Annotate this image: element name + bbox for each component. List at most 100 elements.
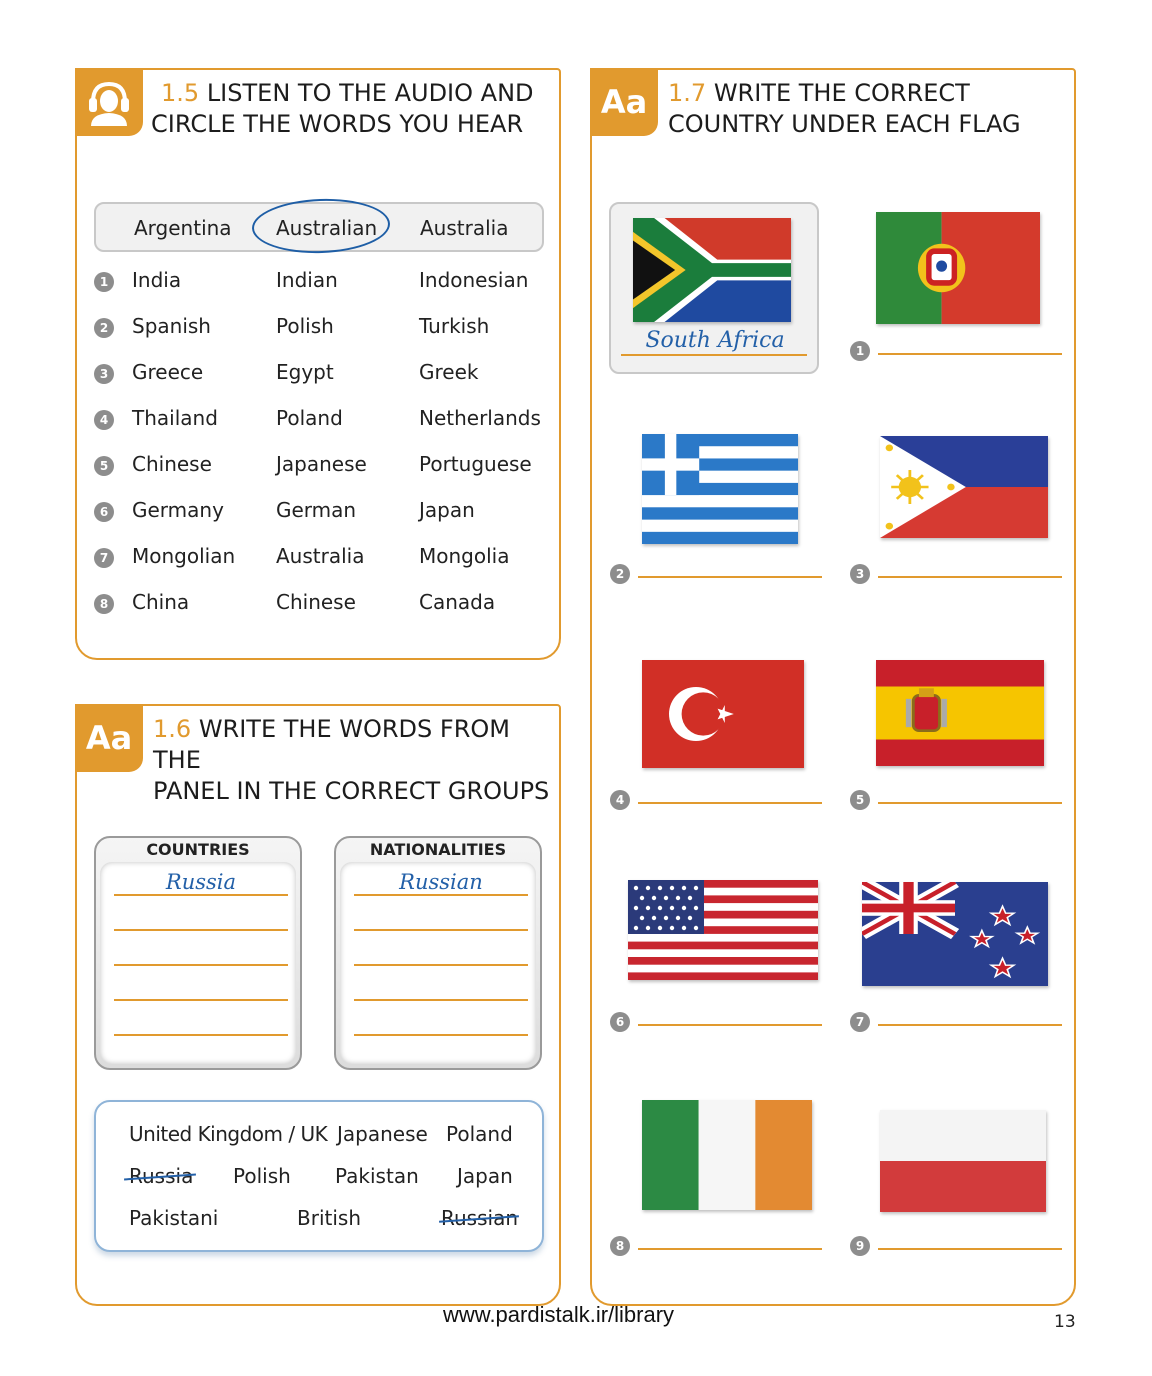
exercise-1-7-panel: Aa 1.7 WRITE THE CORRECT COUNTRY UNDER E…	[590, 68, 1076, 1306]
item-number: 2	[610, 564, 630, 584]
word-panel: United Kingdom / UK Japanese Poland Russ…	[94, 1100, 544, 1252]
philippines-flag	[880, 436, 1048, 538]
answer-line[interactable]	[638, 576, 822, 578]
word-option[interactable]: Indian	[276, 268, 338, 292]
exercise-number: 1.6	[153, 715, 192, 743]
word-option[interactable]: China	[132, 590, 189, 614]
example-word: Argentina	[134, 216, 232, 240]
exercise-1-6-panel: Aa 1.6 WRITE THE WORDS FROM THE PANEL IN…	[75, 704, 561, 1306]
answer-line[interactable]	[114, 964, 288, 966]
portugal-flag	[876, 212, 1040, 324]
example-row: Argentina Australian Australia	[94, 196, 544, 256]
answer-line[interactable]	[878, 576, 1062, 578]
word-option[interactable]: Greek	[419, 360, 478, 384]
word-option[interactable]: Australia	[276, 544, 364, 568]
word-option[interactable]: Netherlands	[419, 406, 541, 430]
answer-line	[621, 354, 807, 356]
title-line-2: PANEL IN THE CORRECT GROUPS	[153, 777, 550, 805]
word-option[interactable]: Japan	[419, 498, 475, 522]
word-option[interactable]: Canada	[419, 590, 495, 614]
word-option[interactable]: German	[276, 498, 356, 522]
listen-badge	[75, 68, 143, 136]
answer-line[interactable]	[354, 894, 528, 896]
word-option[interactable]: Egypt	[276, 360, 334, 384]
answer-line[interactable]	[878, 1248, 1062, 1250]
item-number: 7	[94, 548, 114, 568]
answer-line[interactable]	[878, 802, 1062, 804]
panel-word: Japanese	[337, 1122, 428, 1146]
item-number: 4	[94, 410, 114, 430]
exercise-1-7-title: 1.7 WRITE THE CORRECT COUNTRY UNDER EACH…	[668, 78, 1021, 140]
answer-line[interactable]	[354, 999, 528, 1001]
word-option[interactable]: Polish	[276, 314, 334, 338]
title-line-1: LISTEN TO THE AUDIO AND	[206, 79, 534, 107]
answer-line[interactable]	[114, 999, 288, 1001]
word-option[interactable]: Indonesian	[419, 268, 528, 292]
vocabulary-badge: Aa	[75, 704, 143, 772]
exercise-1-6-title: 1.6 WRITE THE WORDS FROM THE PANEL IN TH…	[153, 714, 559, 807]
countries-heading: COUNTRIES	[146, 840, 250, 859]
item-number: 6	[610, 1012, 630, 1032]
countries-answer-area: Russia	[100, 862, 296, 1064]
answer-line[interactable]	[114, 929, 288, 931]
answer-line[interactable]	[638, 1024, 822, 1026]
item-number: 3	[94, 364, 114, 384]
answer-line[interactable]	[354, 1034, 528, 1036]
item-number: 7	[850, 1012, 870, 1032]
title-line-2: COUNTRY UNDER EACH FLAG	[668, 110, 1021, 138]
exercise-1-5-title: 1.5 LISTEN TO THE AUDIO AND CIRCLE THE W…	[151, 78, 534, 140]
countries-example-answer: Russia	[165, 870, 237, 894]
ireland-flag	[642, 1100, 812, 1210]
exercise-1-5-panel: 1.5 LISTEN TO THE AUDIO AND CIRCLE THE W…	[75, 68, 561, 660]
answer-line[interactable]	[354, 964, 528, 966]
word-option[interactable]: Poland	[276, 406, 343, 430]
countries-box: COUNTRIES Russia	[94, 836, 302, 1070]
spain-flag	[876, 660, 1044, 766]
item-number: 5	[850, 790, 870, 810]
answer-line[interactable]	[638, 1248, 822, 1250]
word-option[interactable]: Mongolia	[419, 544, 509, 568]
word-row: 6 Germany German Japan	[77, 496, 557, 526]
title-line-2: CIRCLE THE WORDS YOU HEAR	[151, 110, 524, 138]
panel-word: Pakistan	[335, 1164, 419, 1188]
item-number: 9	[850, 1236, 870, 1256]
title-line-1: WRITE THE CORRECT	[713, 79, 970, 107]
south-africa-flag	[633, 218, 791, 322]
word-option[interactable]: India	[132, 268, 181, 292]
word-option[interactable]: Japanese	[276, 452, 367, 476]
word-option[interactable]: Greece	[132, 360, 203, 384]
word-option[interactable]: Chinese	[276, 590, 356, 614]
panel-word: Poland	[446, 1122, 513, 1146]
word-option[interactable]: Spanish	[132, 314, 211, 338]
word-row: 4 Thailand Poland Netherlands	[77, 404, 557, 434]
answer-line[interactable]	[354, 929, 528, 931]
item-number: 4	[610, 790, 630, 810]
headphones-person-icon	[89, 81, 129, 126]
exercise-number: 1.5	[161, 79, 200, 107]
word-option[interactable]: Thailand	[132, 406, 218, 430]
answer-line[interactable]	[638, 802, 822, 804]
word-option[interactable]: Portuguese	[419, 452, 532, 476]
hand-drawn-circle	[251, 196, 391, 256]
word-option[interactable]: Mongolian	[132, 544, 235, 568]
answer-line[interactable]	[878, 353, 1062, 355]
word-row: 3 Greece Egypt Greek	[77, 358, 557, 388]
word-row: 8 China Chinese Canada	[77, 588, 557, 618]
answer-line[interactable]	[878, 1024, 1062, 1026]
nationalities-box: NATIONALITIES Russian	[334, 836, 542, 1070]
answer-line[interactable]	[114, 1034, 288, 1036]
example-answer: South Africa	[645, 328, 785, 353]
item-number: 2	[94, 318, 114, 338]
word-row: 1 India Indian Indonesian	[77, 266, 557, 296]
poland-flag	[880, 1110, 1046, 1212]
word-option[interactable]: Chinese	[132, 452, 212, 476]
item-number: 1	[94, 272, 114, 292]
panel-word: Japan	[457, 1164, 513, 1188]
example-word: Australia	[420, 216, 509, 240]
exercise-number: 1.7	[668, 79, 707, 107]
word-option[interactable]: Germany	[132, 498, 224, 522]
item-number: 1	[850, 341, 870, 361]
footer-url[interactable]: www.pardistalk.ir/library	[443, 1302, 674, 1328]
answer-line[interactable]	[114, 894, 288, 896]
word-option[interactable]: Turkish	[419, 314, 489, 338]
